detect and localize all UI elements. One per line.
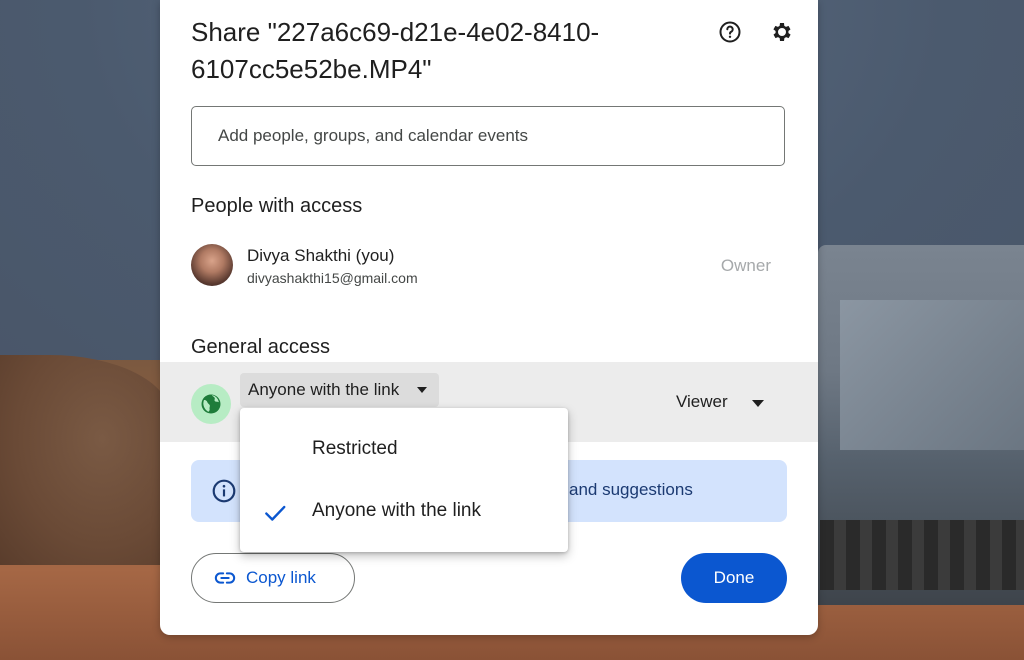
copy-link-button[interactable]: Copy link: [191, 553, 355, 603]
dialog-title: Share "227a6c69-d21e-4e02-8410-6107cc5e5…: [191, 17, 600, 84]
menu-item-label: Anyone with the link: [312, 500, 481, 521]
person-name: Divya Shakthi (you): [247, 246, 395, 265]
info-icon: [212, 479, 236, 503]
background-machine-panel: [840, 300, 1024, 450]
general-access-value: Anyone with the link: [248, 380, 400, 399]
people-with-access-heading: People with access: [191, 195, 363, 217]
help-button[interactable]: [712, 14, 748, 50]
role-dropdown[interactable]: Viewer: [676, 392, 728, 412]
person-email: divyashakthi15@gmail.com: [247, 270, 418, 286]
caret-down-icon: [417, 387, 428, 393]
globe-icon: [201, 394, 221, 414]
avatar: [191, 244, 233, 286]
general-access-heading: General access: [191, 336, 330, 358]
menu-item-restricted[interactable]: Restricted: [240, 420, 568, 480]
background-machine-track: [820, 520, 1024, 590]
person-row: Divya Shakthi (you) divyashakthi15@gmail…: [191, 242, 785, 290]
copy-link-label: Copy link: [246, 568, 316, 587]
link-icon: [214, 572, 236, 584]
globe-icon-badge: [191, 384, 231, 424]
help-circle-icon: [719, 21, 741, 43]
menu-item-label: Restricted: [312, 438, 398, 459]
background-dirt-mound: [0, 355, 170, 565]
general-access-menu: Restricted Anyone with the link: [240, 408, 568, 552]
general-access-dropdown[interactable]: Anyone with the link: [240, 373, 440, 407]
gear-icon: [773, 23, 791, 41]
settings-button[interactable]: [764, 14, 800, 50]
done-button[interactable]: Done: [681, 553, 787, 603]
menu-item-anyone-with-link[interactable]: Anyone with the link: [240, 482, 568, 542]
role-caret-down-icon[interactable]: [752, 400, 764, 407]
owner-role-label: Owner: [720, 256, 771, 275]
add-people-input[interactable]: [191, 106, 785, 166]
info-banner-text: and suggestions: [569, 480, 693, 499]
check-icon: [265, 505, 286, 521]
